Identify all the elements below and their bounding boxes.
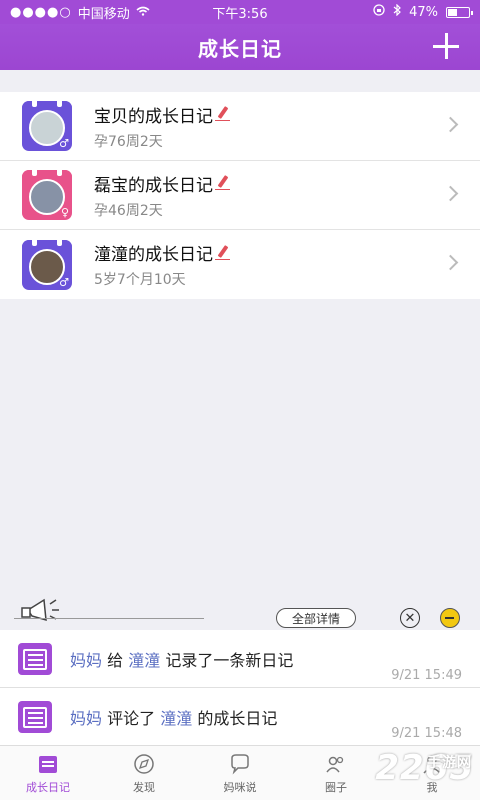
tab-label: 发现 — [133, 780, 155, 794]
tab-person[interactable]: 我 — [384, 746, 480, 800]
carrier-label: 中国移动 — [77, 6, 130, 22]
feed-action: 的成长日记 — [197, 708, 278, 728]
wifi-icon — [136, 5, 150, 20]
signal-icon: ●●●●○ — [10, 4, 72, 20]
diary-avatar: ♂ — [22, 239, 72, 290]
activity-feed: 妈妈 给 潼潼 记录了一条新日记 9/21 15:49 妈妈 评论了 潼潼 的成… — [0, 630, 480, 746]
people-icon — [326, 756, 344, 772]
navbar: 成长日记 — [0, 24, 480, 70]
feed-actor[interactable]: 妈妈 — [70, 651, 102, 670]
feed-item[interactable]: 妈妈 评论了 潼潼 的成长日记 9/21 15:48 — [0, 688, 480, 746]
tab-label: 我 — [426, 780, 438, 794]
bluetooth-icon — [393, 3, 401, 20]
compass-icon — [134, 753, 154, 774]
feed-actor[interactable]: 妈妈 — [70, 709, 102, 728]
gender-icon: ♂ — [59, 275, 69, 289]
diary-avatar: ♀ — [22, 170, 72, 220]
megaphone-icon — [14, 590, 204, 626]
diary-icon — [18, 642, 52, 675]
pencil-icon[interactable] — [215, 245, 231, 261]
battery-percent: 47% — [409, 4, 438, 20]
diary-name: 宝贝的成长日记 — [94, 106, 213, 127]
diary-avatar: ♂ — [22, 101, 72, 151]
feed-target[interactable]: 潼潼 — [128, 651, 160, 670]
tab-chat-bubble[interactable]: 妈咪说 — [192, 746, 288, 800]
diary-name: 潼潼的成长日记 — [94, 245, 213, 265]
feed-verb: 给 — [107, 650, 124, 670]
gender-icon: ♀ — [60, 206, 69, 219]
diary-list: ♂ 宝贝的成长日记 孕76周2天 ♀ 磊宝的成长日记 孕46周2天 ♂ 潼潼的成… — [0, 92, 480, 299]
feed-time: 9/21 15:48 — [391, 726, 462, 741]
diary-name: 磊宝的成长日记 — [94, 175, 213, 196]
page-title: 成长日记 — [198, 36, 282, 61]
chevron-right-icon — [442, 185, 459, 202]
close-circle-icon[interactable]: ✕ — [400, 608, 420, 628]
tab-bar: 成长日记 发现 妈咪说 圈子 我 — [0, 745, 480, 800]
diary-age: 5岁7个月10天 — [94, 272, 186, 288]
diary-row[interactable]: ♂ 潼潼的成长日记 5岁7个月10天 — [0, 230, 480, 299]
tab-label: 妈咪说 — [223, 780, 257, 794]
minus-circle-icon[interactable] — [440, 608, 460, 628]
baby-photo — [29, 179, 65, 215]
feed-item[interactable]: 妈妈 给 潼潼 记录了一条新日记 9/21 15:49 — [0, 630, 480, 688]
tab-compass[interactable]: 发现 — [96, 746, 192, 800]
chevron-right-icon — [442, 116, 459, 133]
feed-action: 记录了一条新日记 — [165, 650, 294, 670]
divider — [14, 618, 204, 619]
feed-target[interactable]: 潼潼 — [160, 709, 192, 728]
feed-time: 9/21 15:49 — [391, 668, 462, 683]
pencil-icon[interactable] — [215, 175, 231, 191]
tab-label: 成长日记 — [26, 780, 70, 794]
person-icon — [423, 754, 441, 774]
battery-icon — [446, 6, 473, 18]
diary-age: 孕76周2天 — [94, 133, 163, 150]
status-bar: ●●●●○ 中国移动 下午3:56 47% — [0, 0, 480, 24]
lock-rotation-icon — [373, 4, 385, 20]
tab-people[interactable]: 圈子 — [288, 746, 384, 800]
tab-label: 圈子 — [325, 780, 347, 794]
gender-icon: ♂ — [59, 137, 69, 150]
plus-icon[interactable] — [430, 30, 462, 62]
diary-row[interactable]: ♂ 宝贝的成长日记 孕76周2天 — [0, 92, 480, 161]
diary-age: 孕46周2天 — [94, 202, 163, 219]
diary-icon — [18, 700, 52, 733]
pencil-icon[interactable] — [215, 106, 231, 122]
tab-diary[interactable]: 成长日记 — [0, 746, 96, 800]
chevron-right-icon — [442, 254, 459, 271]
diary-icon — [39, 755, 57, 773]
feed-verb: 评论了 — [107, 708, 156, 728]
chat-bubble-icon — [231, 753, 249, 774]
all-details-button[interactable]: 全部详情 — [276, 608, 356, 628]
diary-row[interactable]: ♀ 磊宝的成长日记 孕46周2天 — [0, 161, 480, 230]
